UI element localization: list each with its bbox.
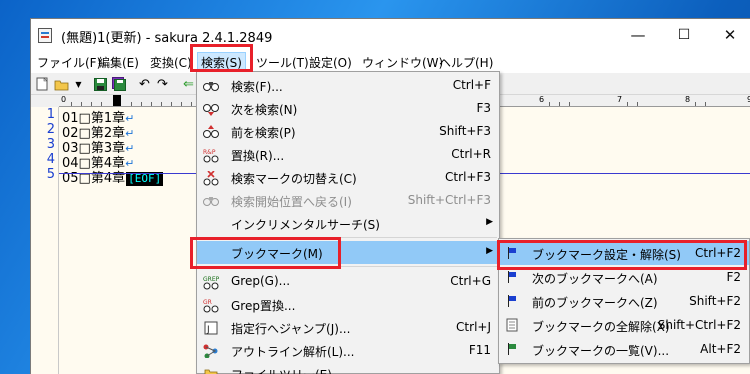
- undo-icon[interactable]: ↶: [137, 77, 152, 92]
- svg-text:GR: GR: [203, 299, 212, 306]
- save-icon[interactable]: [93, 77, 108, 91]
- menu-item-toggle-search-mark[interactable]: 検索マークの切替え(C) Ctrl+F3: [197, 166, 499, 189]
- menu-settings[interactable]: 設定(O): [309, 54, 352, 71]
- save-all-icon[interactable]: [111, 77, 126, 91]
- bookmark-list-icon: [504, 341, 520, 357]
- grep-replace-icon: GR: [203, 297, 219, 313]
- menu-item-replace[interactable]: R&P 置換(R)... Ctrl+R: [197, 143, 499, 166]
- eof-marker: [EOF]: [126, 172, 164, 186]
- close-button[interactable]: ✕: [707, 19, 750, 51]
- menu-item-clear-bookmarks[interactable]: ブックマークの全解除(X) Shift+Ctrl+F2: [499, 313, 749, 337]
- line-number: 1: [46, 107, 55, 122]
- search-menu: 検索(F)... Ctrl+F 次を検索(N) F3 前を検索(P) Shift+F3…: [196, 71, 500, 374]
- menu-item-find[interactable]: 検索(F)... Ctrl+F: [197, 74, 499, 97]
- find-next-icon: [203, 101, 219, 117]
- submenu-arrow-icon: ▶: [486, 217, 493, 227]
- highlight-box-search-menu: [190, 44, 253, 72]
- ruler-label: 0: [61, 95, 67, 104]
- redo-icon[interactable]: ↷: [155, 77, 170, 92]
- new-file-icon[interactable]: [35, 77, 50, 91]
- text-line: 05□第4章 [EOF]: [62, 171, 164, 186]
- return-search-icon: [203, 193, 219, 209]
- submenu-arrow-icon: ▶: [486, 246, 493, 256]
- highlight-box-bookmark-item: [190, 237, 341, 269]
- menu-item-grep[interactable]: GREP Grep(G)... Ctrl+G: [197, 270, 499, 293]
- menu-item-find-next[interactable]: 次を検索(N) F3: [197, 97, 499, 120]
- open-folder-icon[interactable]: [54, 77, 69, 91]
- minimize-button[interactable]: —: [615, 19, 661, 51]
- menu-item-find-prev[interactable]: 前を検索(P) Shift+F3: [197, 120, 499, 143]
- search-mark-icon: [203, 170, 219, 186]
- maximize-button[interactable]: ☐: [661, 19, 707, 51]
- line-number-gutter: 1 2 3 4 5: [31, 107, 59, 374]
- prev-bookmark-icon: [504, 293, 520, 309]
- file-tree-icon: [203, 366, 219, 374]
- menu-item-prev-bookmark[interactable]: 前のブックマークへ(Z) Shift+F2: [499, 289, 749, 313]
- highlight-box-bookmark-toggle: [497, 240, 747, 270]
- replace-icon: R&P: [203, 147, 219, 163]
- menu-help[interactable]: ヘルプ(H): [439, 54, 493, 71]
- menu-tools[interactable]: ツール(T): [256, 54, 309, 71]
- clear-bookmarks-icon: [504, 317, 520, 333]
- title-bar: (無題)1(更新) - sakura 2.4.1.2849 — ☐ ✕: [31, 19, 750, 51]
- ruler-caret-marker: [113, 95, 121, 106]
- menu-bar: ファイル(F) 編集(E) 変換(C) 検索(S) ツール(T) 設定(O) ウ…: [31, 51, 750, 74]
- menu-edit[interactable]: 編集(E): [98, 54, 139, 71]
- sakura-app-icon: [38, 28, 52, 43]
- back-arrow-icon[interactable]: ⇐: [181, 77, 196, 92]
- line-number: 4: [46, 152, 55, 167]
- menu-item-incremental-search[interactable]: インクリメンタルサーチ(S) ▶: [197, 212, 499, 235]
- svg-text:R&P: R&P: [203, 149, 216, 156]
- menu-convert[interactable]: 変換(C): [150, 54, 192, 71]
- menu-item-bookmark-list[interactable]: ブックマークの一覧(V)... Alt+F2: [499, 337, 749, 361]
- ruler-label: 6: [539, 95, 545, 104]
- ruler-label: 7: [617, 95, 623, 104]
- jump-line-icon: J: [203, 320, 219, 336]
- grep-icon: GREP: [203, 274, 219, 290]
- menu-item-jump-to-line[interactable]: J 指定行へジャンプ(J)... Ctrl+J: [197, 316, 499, 339]
- next-bookmark-icon: [504, 269, 520, 285]
- menu-item-outline[interactable]: アウトライン解析(L)... F11: [197, 339, 499, 362]
- menu-file[interactable]: ファイル(F): [37, 54, 101, 71]
- svg-text:GREP: GREP: [203, 276, 219, 283]
- line-number: 3: [46, 137, 55, 152]
- line-number: 5: [46, 167, 55, 182]
- menu-window[interactable]: ウィンドウ(W): [362, 54, 443, 71]
- binoculars-icon: [203, 78, 219, 94]
- ruler-label: 8: [685, 95, 691, 104]
- line-number: 2: [46, 122, 55, 137]
- open-dropdown-icon[interactable]: ▼: [71, 77, 86, 91]
- svg-text:J: J: [206, 325, 210, 335]
- outline-icon: [203, 343, 219, 359]
- find-prev-icon: [203, 124, 219, 140]
- menu-item-grep-replace[interactable]: GR Grep置換...: [197, 293, 499, 316]
- menu-item-file-tree[interactable]: ファイルツリー(E): [197, 362, 499, 374]
- menu-item-return-search-start[interactable]: 検索開始位置へ戻る(I) Shift+Ctrl+F3: [197, 189, 499, 212]
